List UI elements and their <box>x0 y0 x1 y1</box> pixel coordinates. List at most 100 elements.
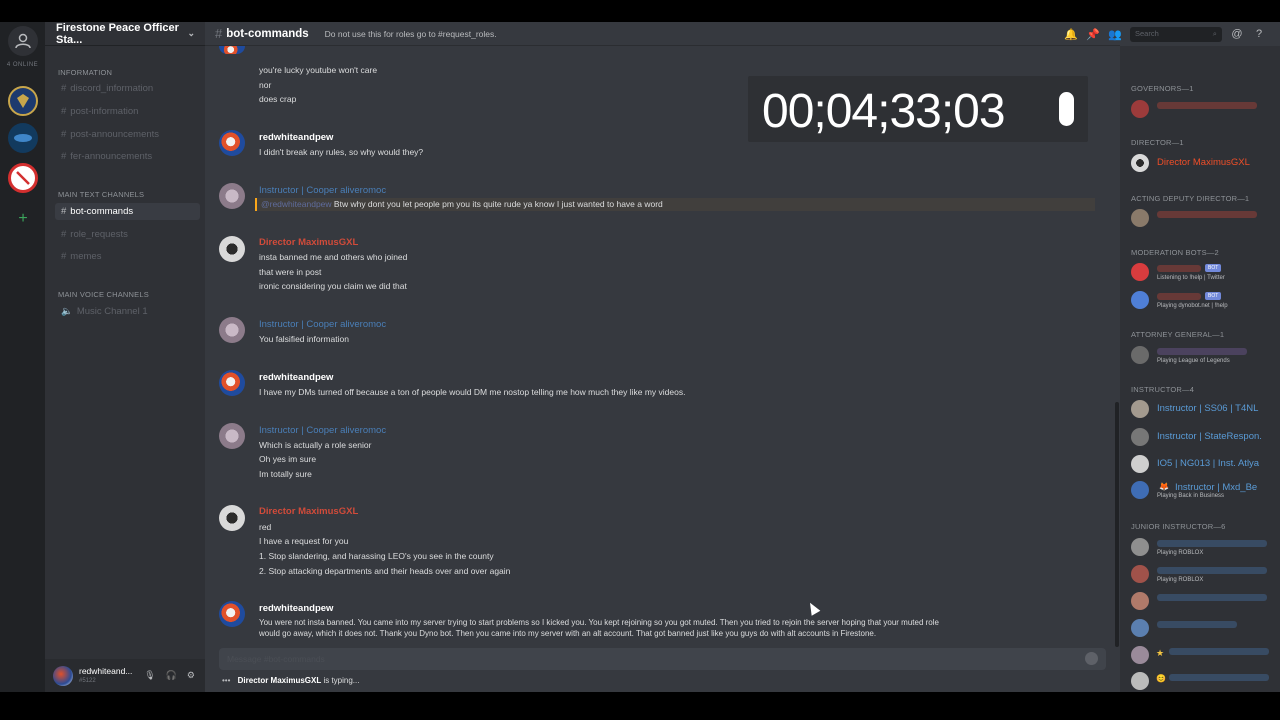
message-author[interactable]: Instructor | Cooper aliveromoc <box>259 319 386 330</box>
member-name: Instructor | SS06 | T4NL <box>1157 403 1259 414</box>
message-text: You were not insta banned. You came into… <box>259 618 939 627</box>
hash-icon: # <box>61 129 67 140</box>
avatar <box>1131 400 1149 418</box>
user-name: redwhiteand... <box>79 666 133 677</box>
channel-post-information[interactable]: # post-information <box>55 103 200 120</box>
server-icon-nonos[interactable] <box>8 163 38 193</box>
avatar[interactable] <box>219 183 245 209</box>
home-friends-icon[interactable] <box>8 26 38 56</box>
bell-icon[interactable]: 🔔 <box>1064 28 1078 41</box>
member-item[interactable]: Playing ROBLOX <box>1131 536 1276 558</box>
message-author[interactable]: Instructor | Cooper aliveromoc <box>259 425 386 436</box>
avatar[interactable] <box>219 370 245 396</box>
server-icon-firestone[interactable] <box>8 86 38 116</box>
members-icon[interactable]: 👥 <box>1108 28 1122 41</box>
typing-indicator: ••• Director MaximusGXL is typing... <box>222 676 359 685</box>
member-item[interactable]: Instructor | StateRespon. <box>1131 426 1276 448</box>
category-main-voice[interactable]: MAIN VOICE CHANNELS <box>58 290 149 299</box>
message-author[interactable]: redwhiteandpew <box>259 132 333 143</box>
message-author[interactable]: Instructor | Cooper aliveromoc <box>259 185 386 196</box>
member-item[interactable]: Playing ROBLOX <box>1131 563 1276 585</box>
message-text: would go away, which it does not. Thank … <box>259 629 877 638</box>
message-author[interactable]: redwhiteandpew <box>259 603 333 614</box>
emoji-icon: 😊 <box>1156 674 1166 683</box>
message-text: I didn't break any rules, so why would t… <box>259 147 424 157</box>
avatar <box>1131 565 1149 583</box>
member-item[interactable] <box>1131 207 1276 229</box>
member-item[interactable]: ★ <box>1131 644 1276 666</box>
channel-label: memes <box>70 251 102 262</box>
member-item[interactable]: Director MaximusGXL <box>1131 152 1276 174</box>
timecode-text: 00;04;33;03 <box>762 85 1006 138</box>
microphone-icon[interactable]: 🎙 <box>144 670 155 681</box>
member-item[interactable] <box>1131 617 1276 639</box>
member-item[interactable]: BOT Playing dynobot.net | !help <box>1131 289 1276 311</box>
member-item[interactable] <box>1131 590 1276 612</box>
user-panel: redwhiteand... #5122 🎙 🎧 ⚙ <box>45 659 205 692</box>
member-list-scrollbar[interactable] <box>1115 402 1119 647</box>
member-item[interactable]: BOT Listening to !help | Twitter <box>1131 261 1276 283</box>
member-item[interactable]: Instructor | Mxd_Be 🦊 Playing Back in Busi… <box>1131 479 1276 501</box>
channel-label: role_requests <box>70 229 128 240</box>
user-mention[interactable]: @redwhiteandpew <box>261 199 332 209</box>
server-header[interactable]: Firestone Peace Officer Sta... ⌄ <box>45 22 205 46</box>
channel-memes[interactable]: # memes <box>55 248 200 265</box>
channel-fer-announcements[interactable]: # fer-announcements <box>55 148 200 165</box>
member-item[interactable]: Playing League of Legends <box>1131 344 1276 366</box>
avatar[interactable] <box>219 46 245 54</box>
avatar <box>1131 209 1149 227</box>
pin-icon[interactable]: 📌 <box>1086 28 1100 41</box>
mention-icon[interactable]: @ <box>1230 28 1244 40</box>
channel-discord-information[interactable]: # discord_information <box>55 80 200 97</box>
role-header-junior-instructor: JUNIOR INSTRUCTOR—6 <box>1131 522 1226 531</box>
channel-label: Music Channel 1 <box>76 306 148 317</box>
channel-label: discord_information <box>70 83 154 94</box>
avatar[interactable] <box>219 505 245 531</box>
member-item[interactable]: IO5 | NG013 | Inst. Atlya <box>1131 453 1276 475</box>
member-item[interactable]: 😊 <box>1131 670 1276 692</box>
channel-role-requests[interactable]: # role_requests <box>55 226 200 243</box>
bot-tag: BOT <box>1205 292 1222 300</box>
search-input[interactable]: Search ⌕ <box>1130 26 1222 42</box>
avatar[interactable] <box>53 665 73 686</box>
role-header-attorney-general: ATTORNEY GENERAL—1 <box>1131 330 1225 339</box>
discord-window: 4 ONLINE + Firestone Peace Officer Sta..… <box>0 22 1280 692</box>
avatar[interactable] <box>219 130 245 156</box>
bot-tag: BOT <box>1205 264 1222 272</box>
category-information[interactable]: INFORMATION <box>58 68 112 77</box>
member-name: Instructor | Mxd_Be <box>1175 482 1258 493</box>
channel-bot-commands[interactable]: # bot-commands <box>55 203 200 220</box>
avatar[interactable] <box>219 601 245 627</box>
avatar <box>1131 481 1149 499</box>
add-server-icon[interactable]: + <box>8 204 38 234</box>
headphones-icon[interactable]: 🎧 <box>166 670 177 681</box>
avatar[interactable] <box>219 236 245 262</box>
channel-topic[interactable]: Do not use this for roles go to #request… <box>325 29 497 39</box>
server-icon-blue[interactable] <box>8 123 38 153</box>
member-name-obscured <box>1157 540 1267 547</box>
message-author[interactable]: Director MaximusGXL <box>259 237 358 248</box>
header-toolbar: 🔔 📌 👥 Search ⌕ @ ? <box>1060 22 1280 46</box>
hash-icon: # <box>61 151 67 162</box>
avatar <box>1131 538 1149 556</box>
message-author[interactable]: redwhiteandpew <box>259 372 333 383</box>
avatar[interactable] <box>219 423 245 449</box>
message-text: insta banned me and others who joined <box>259 252 408 262</box>
message-author[interactable]: Director MaximusGXL <box>259 506 358 517</box>
channel-label: post-announcements <box>70 129 160 140</box>
star-icon: ★ <box>1156 648 1165 658</box>
server-name: Firestone Peace Officer Sta... <box>56 22 179 46</box>
voice-channel-music-1[interactable]: 🔈 Music Channel 1 <box>55 303 200 320</box>
member-name-obscured <box>1157 293 1201 300</box>
member-item[interactable]: Instructor | SS06 | T4NL <box>1131 398 1276 420</box>
channel-post-announcements[interactable]: # post-announcements <box>55 126 200 143</box>
help-icon[interactable]: ? <box>1252 28 1266 40</box>
gear-icon[interactable]: ⚙ <box>187 670 195 681</box>
member-item[interactable] <box>1131 98 1276 120</box>
category-main-text[interactable]: MAIN TEXT CHANNELS <box>58 190 144 199</box>
message-input[interactable]: Message #bot-commands <box>219 648 1106 670</box>
typing-user: Director MaximusGXL <box>237 676 322 685</box>
member-list: GOVERNORS—1 DIRECTOR—1 Director MaximusG… <box>1120 46 1280 692</box>
emoji-icon[interactable] <box>1085 652 1098 665</box>
avatar[interactable] <box>219 317 245 343</box>
